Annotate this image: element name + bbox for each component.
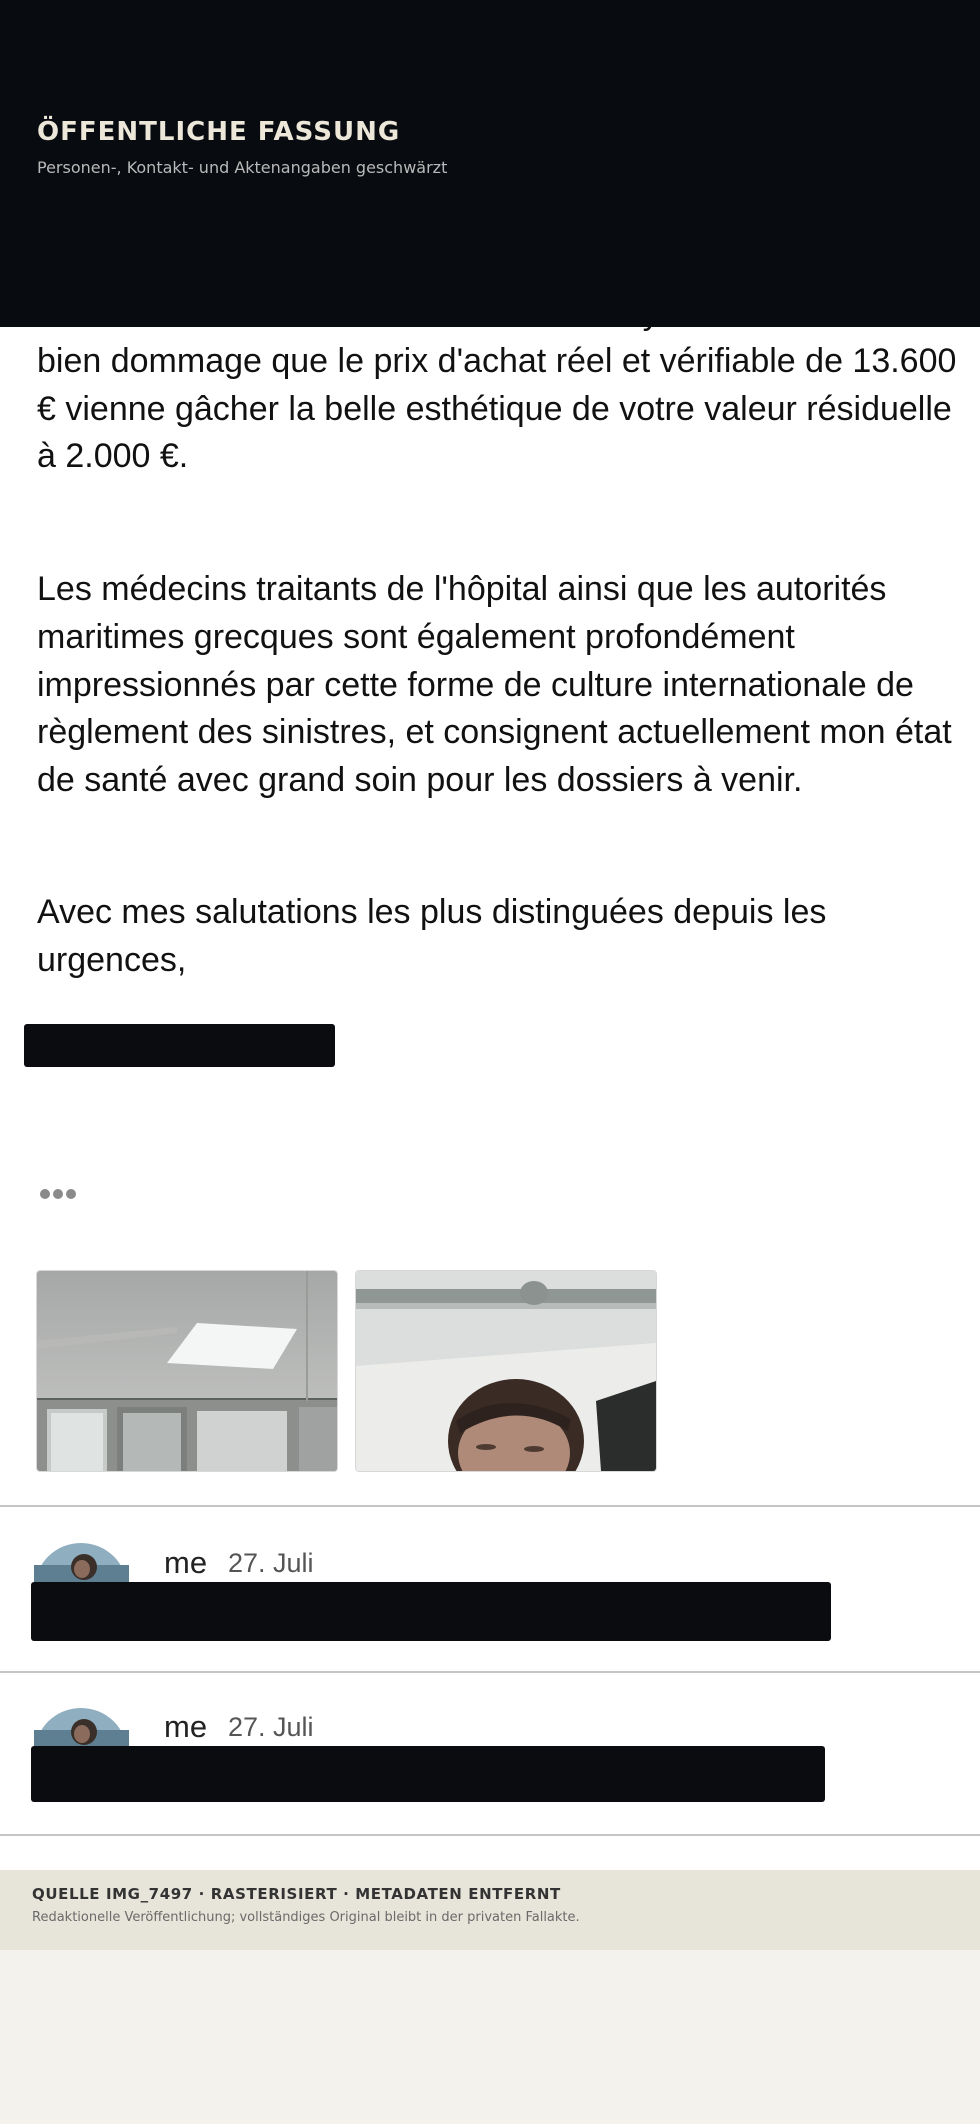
redaction-header: ÖFFENTLICHE FASSUNG Personen-, Kontakt- … <box>0 0 980 327</box>
divider <box>0 1671 980 1673</box>
footer-source: QUELLE IMG_7497 · RASTERISIERT · METADAT… <box>32 1885 561 1903</box>
comment-row[interactable]: me 27. Juli <box>0 1520 980 1641</box>
avatar <box>34 1708 129 1748</box>
ceiling-photo <box>37 1271 337 1471</box>
signature-redaction <box>24 1024 335 1067</box>
footer-note: Redaktionelle Veröffentlichung; vollstän… <box>32 1910 580 1925</box>
avatar <box>34 1543 129 1583</box>
selfie-photo <box>356 1271 656 1471</box>
header-subtitle: Personen-, Kontakt- und Aktenangaben ges… <box>37 158 448 177</box>
letter-closing: Avec mes salutations les plus distinguée… <box>37 893 827 979</box>
comment-date: 27. Juli <box>228 1548 314 1578</box>
more-options-icon[interactable] <box>40 1186 80 1200</box>
comment-row[interactable]: me 27. Juli <box>0 1685 980 1802</box>
divider <box>0 1505 980 1507</box>
comment-author[interactable]: me <box>164 1709 207 1745</box>
letter-paragraph: Les médecins traitants de l'hôpital ains… <box>37 570 952 800</box>
comment-date: 27. Juli <box>228 1712 314 1742</box>
comment-redaction <box>31 1582 831 1641</box>
attachment-image-selfie[interactable] <box>355 1270 657 1472</box>
comment-redaction <box>31 1746 825 1802</box>
divider <box>0 1834 980 1836</box>
header-title: ÖFFENTLICHE FASSUNG <box>37 117 401 147</box>
attachment-image-ceiling[interactable] <box>36 1270 338 1472</box>
comment-author[interactable]: me <box>164 1545 207 1581</box>
